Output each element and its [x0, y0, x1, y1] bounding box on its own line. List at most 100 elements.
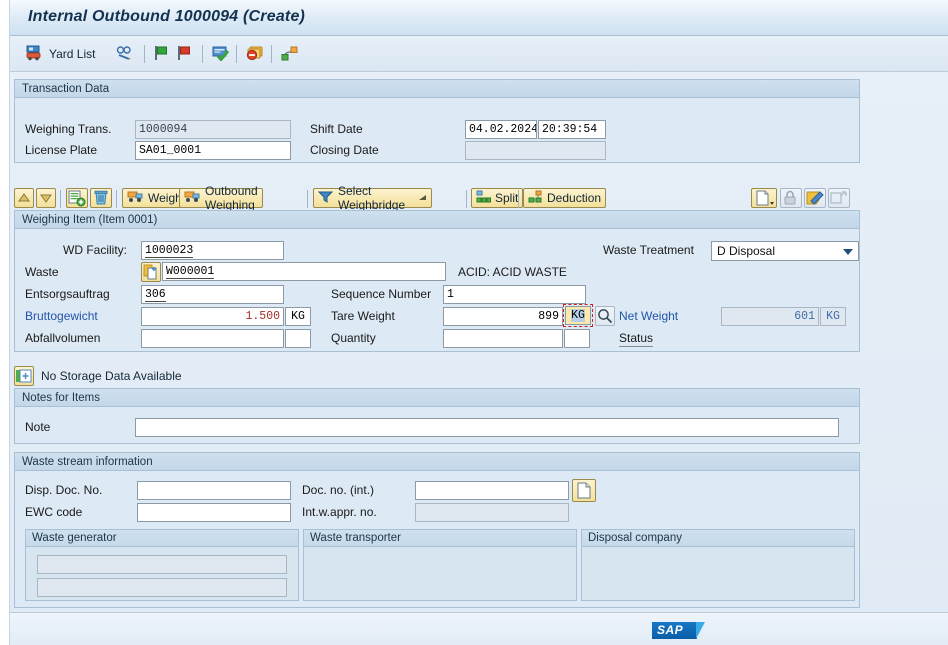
wd-facility-field[interactable]: 1000023 — [141, 241, 284, 260]
sequence-number-field[interactable]: 1 — [443, 285, 586, 304]
waste-stream-body: Disp. Doc. No. EWC code Doc. no. (int.) … — [15, 471, 859, 607]
move-down-button[interactable] — [36, 188, 56, 208]
expand-arrows-button[interactable] — [828, 188, 850, 208]
net-weight-unit-field: KG — [820, 307, 846, 326]
toolbar-separator — [271, 45, 272, 63]
lock-button[interactable] — [780, 188, 802, 208]
waste-description: ACID: ACID WASTE — [458, 265, 567, 279]
storage-data-icon[interactable] — [14, 366, 34, 386]
waste-generator-group: Waste generator — [25, 529, 299, 601]
storage-data-message: No Storage Data Available — [41, 369, 182, 383]
footer-bar — [10, 612, 948, 645]
weighing-trans-field[interactable]: 1000094 — [135, 120, 291, 139]
select-weighbridge-label: Select Weighbridge — [338, 184, 406, 212]
license-plate-field[interactable]: SA01_0001 — [135, 141, 291, 160]
disp-doc-no-field[interactable] — [137, 481, 291, 500]
edit-note-button[interactable] — [804, 188, 826, 208]
display-details-button[interactable] — [112, 42, 138, 66]
abfallvolumen-field[interactable] — [141, 329, 284, 348]
doc-no-int-field[interactable] — [415, 481, 569, 500]
chevron-down-icon — [843, 249, 853, 255]
net-weight-label: Net Weight — [619, 309, 679, 323]
waste-stream-information-panel: Waste stream information Disp. Doc. No. … — [14, 452, 860, 608]
main-toolbar: Yard List — [10, 36, 948, 72]
closing-date-field[interactable] — [465, 141, 606, 160]
select-weighbridge-button[interactable]: Select Weighbridge — [313, 184, 433, 212]
title-bar: Internal Outbound 1000094 (Create) — [10, 0, 948, 36]
weighing-item-body: WD Facility: 1000023 Waste Treatment D D… — [15, 229, 859, 351]
new-document-button[interactable] — [751, 188, 777, 208]
weigh-truck-icon — [127, 190, 144, 207]
shift-date-field[interactable]: 04.02.2024 — [465, 120, 537, 139]
outbound-weighing-label: Outbound Weighing — [205, 184, 258, 212]
waste-treatment-value: D Disposal — [717, 244, 776, 258]
confirm-card-button[interactable] — [208, 42, 234, 66]
waste-generator-field-2 — [37, 578, 287, 597]
shift-date-label: Shift Date — [310, 122, 363, 136]
toolbar-separator — [202, 45, 203, 63]
ewc-code-label: EWC code — [25, 505, 83, 519]
waste-value: W000001 — [166, 265, 215, 279]
outbound-weighing-button[interactable]: Outbound Weighing — [179, 184, 263, 212]
sap-logo: SAP — [652, 622, 705, 639]
quantity-label: Quantity — [331, 331, 376, 345]
entsorgsauftrag-field[interactable]: 306 — [141, 285, 284, 304]
waste-field[interactable]: W000001 — [162, 262, 446, 281]
block-transaction-button[interactable] — [242, 42, 268, 66]
abfallvolumen-label: Abfallvolumen — [25, 331, 101, 345]
tare-weight-unit-field[interactable]: KG — [565, 306, 591, 325]
toolbar-separator — [518, 190, 519, 208]
red-flag-icon — [177, 45, 193, 64]
waste-selection-button[interactable] — [141, 262, 161, 282]
tare-weight-unit-value: KG — [571, 309, 585, 322]
deduction-nodes-icon — [528, 190, 543, 207]
abfallvolumen-unit-field[interactable] — [285, 329, 311, 348]
chevron-down-icon[interactable] — [418, 191, 427, 205]
create-document-button[interactable] — [572, 479, 596, 502]
storage-data-message-row: No Storage Data Available — [14, 366, 182, 386]
card-check-icon — [212, 45, 230, 64]
no-entry-stack-icon — [246, 45, 264, 64]
closing-date-label: Closing Date — [310, 143, 379, 157]
ewc-code-field[interactable] — [137, 503, 291, 522]
transaction-data-panel: Transaction Data Weighing Trans. 1000094… — [14, 79, 860, 163]
sap-logo-text: SAP — [657, 623, 684, 637]
delete-item-button[interactable] — [90, 188, 112, 208]
shift-time-field[interactable]: 20:39:54 — [538, 120, 606, 139]
quantity-field[interactable] — [443, 329, 563, 348]
waste-transporter-title: Waste transporter — [304, 530, 576, 547]
deduction-button[interactable]: Deduction — [523, 188, 607, 208]
yard-list-button[interactable]: Yard List — [22, 42, 99, 66]
transaction-data-body: Weighing Trans. 1000094 License Plate SA… — [15, 98, 859, 162]
toolbar-separator — [144, 45, 145, 63]
notes-for-items-body: Note — [15, 407, 859, 443]
waste-generator-field-1 — [37, 555, 287, 574]
tare-weight-field[interactable]: 899 — [443, 307, 563, 326]
disposal-company-group: Disposal company — [581, 529, 855, 601]
green-flag-icon — [154, 45, 170, 64]
waste-treatment-dropdown[interactable]: D Disposal — [711, 241, 859, 261]
link-nodes-button[interactable] — [277, 42, 303, 66]
red-flag-button[interactable] — [173, 42, 197, 66]
license-plate-label: License Plate — [25, 143, 98, 157]
sap-logo-corner — [696, 622, 705, 639]
note-label: Note — [25, 420, 51, 434]
bruttogewicht-unit-field[interactable]: KG — [285, 307, 311, 326]
page-title: Internal Outbound 1000094 (Create) — [28, 8, 306, 25]
tare-weight-search-help-button[interactable] — [595, 306, 615, 326]
link-nodes-icon — [281, 45, 299, 64]
split-button[interactable]: Split — [471, 188, 524, 208]
green-flag-button[interactable] — [150, 42, 174, 66]
int-w-appr-no-label: Int.w.appr. no. — [302, 505, 377, 519]
note-field[interactable] — [135, 418, 839, 437]
move-up-button[interactable] — [14, 188, 34, 208]
quantity-unit-field[interactable] — [564, 329, 590, 348]
tare-weight-label: Tare Weight — [331, 309, 395, 323]
wd-facility-value: 1000023 — [145, 244, 194, 258]
bruttogewicht-field[interactable]: 1.500 — [141, 307, 284, 326]
create-item-button[interactable] — [66, 188, 88, 208]
glasses-pencil-icon — [116, 45, 134, 64]
toolbar-separator — [466, 190, 467, 208]
weigh-button[interactable]: Weigh — [122, 188, 187, 208]
weigh-label: Weigh — [148, 191, 182, 205]
